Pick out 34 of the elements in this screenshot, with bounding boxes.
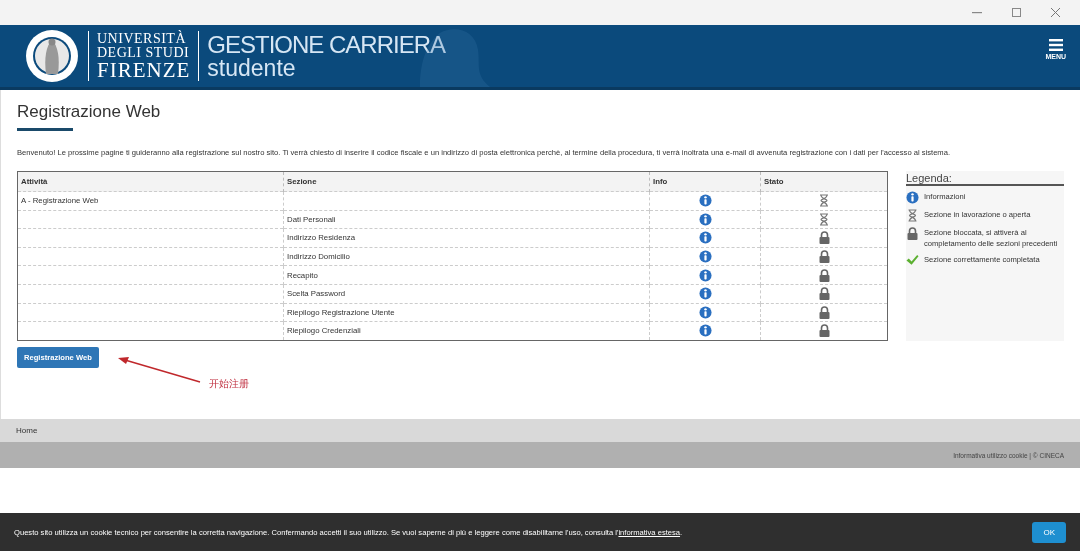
- maximize-icon[interactable]: [1012, 8, 1021, 17]
- minimize-icon[interactable]: [972, 11, 982, 14]
- lock-icon: [906, 227, 919, 240]
- logo-text: DEGLI STUDI: [97, 45, 191, 60]
- page-title: Registrazione Web: [17, 102, 161, 122]
- info-icon: [698, 250, 712, 264]
- annotation-text: 开始注册: [209, 376, 249, 391]
- close-icon[interactable]: [1051, 8, 1060, 17]
- info-icon: [698, 231, 712, 245]
- seal-icon: [24, 28, 80, 84]
- hourglass-icon: [819, 194, 829, 208]
- app-subtitle: studente: [207, 56, 297, 80]
- info-icon: [698, 268, 712, 282]
- logo-text: UNIVERSITÀ: [97, 31, 187, 46]
- lock-icon: [818, 287, 830, 301]
- arrow-icon: [117, 356, 201, 383]
- lock-icon: [818, 268, 830, 282]
- hourglass-icon: [819, 212, 829, 226]
- check-icon: [906, 254, 919, 266]
- info-icon: [698, 194, 712, 208]
- hourglass-icon: [906, 209, 919, 222]
- lock-icon: [818, 231, 830, 245]
- info-icon: [698, 324, 712, 338]
- info-icon: [698, 212, 712, 226]
- legend-title: Legenda:: [906, 171, 1064, 186]
- info-icon: [698, 287, 712, 301]
- app-title: GESTIONE CARRIERA: [207, 32, 446, 57]
- breadcrumb-link[interactable]: Home: [16, 426, 38, 435]
- info-icon: [698, 305, 712, 319]
- lock-icon: [818, 305, 830, 319]
- logo-text: FIRENZE: [97, 59, 191, 81]
- ok-button[interactable]: OK: [1032, 521, 1066, 543]
- lock-icon: [818, 250, 830, 264]
- lock-icon: [818, 324, 830, 338]
